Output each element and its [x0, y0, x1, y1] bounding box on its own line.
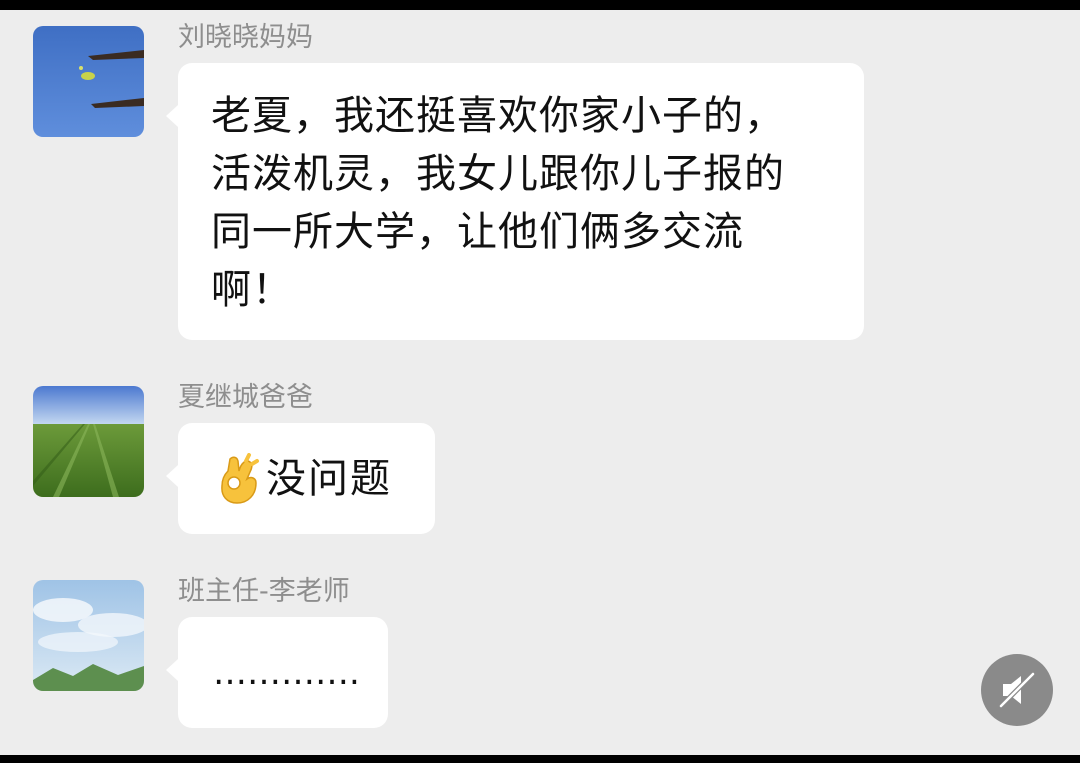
cloud-mountain-avatar-icon	[33, 580, 144, 691]
message-bubble[interactable]: 没问题	[166, 423, 435, 534]
green-field-avatar-icon	[33, 386, 144, 497]
sender-avatar[interactable]	[33, 26, 144, 137]
sender-name: 刘晓晓妈妈	[178, 22, 313, 53]
sender-avatar[interactable]	[33, 386, 144, 497]
sender-avatar[interactable]	[33, 580, 144, 691]
message-bubble[interactable]: 老夏，我还挺喜欢你家小子的， 活泼机灵，我女儿跟你儿子报的 同一所大学，让他们俩…	[166, 63, 864, 340]
blue-sky-avatar-icon	[33, 26, 144, 137]
sender-name: 夏继城爸爸	[178, 382, 313, 413]
mute-button[interactable]	[981, 654, 1053, 726]
message-bubble[interactable]: ………….	[166, 617, 388, 728]
message-text: ………….	[213, 652, 360, 693]
mute-speaker-icon	[998, 671, 1036, 709]
message-text: 老夏，我还挺喜欢你家小子的， 活泼机灵，我女儿跟你儿子报的 同一所大学，让他们俩…	[211, 93, 785, 313]
ok-hand-emoji-icon	[216, 452, 262, 505]
message-text: 没问题	[266, 455, 392, 502]
sender-name: 班主任-李老师	[178, 576, 350, 607]
chat-screen: 刘晓晓妈妈 老夏，我还挺喜欢你家小子的， 活泼机灵，我女儿跟你儿子报的 同一所大…	[0, 10, 1080, 755]
